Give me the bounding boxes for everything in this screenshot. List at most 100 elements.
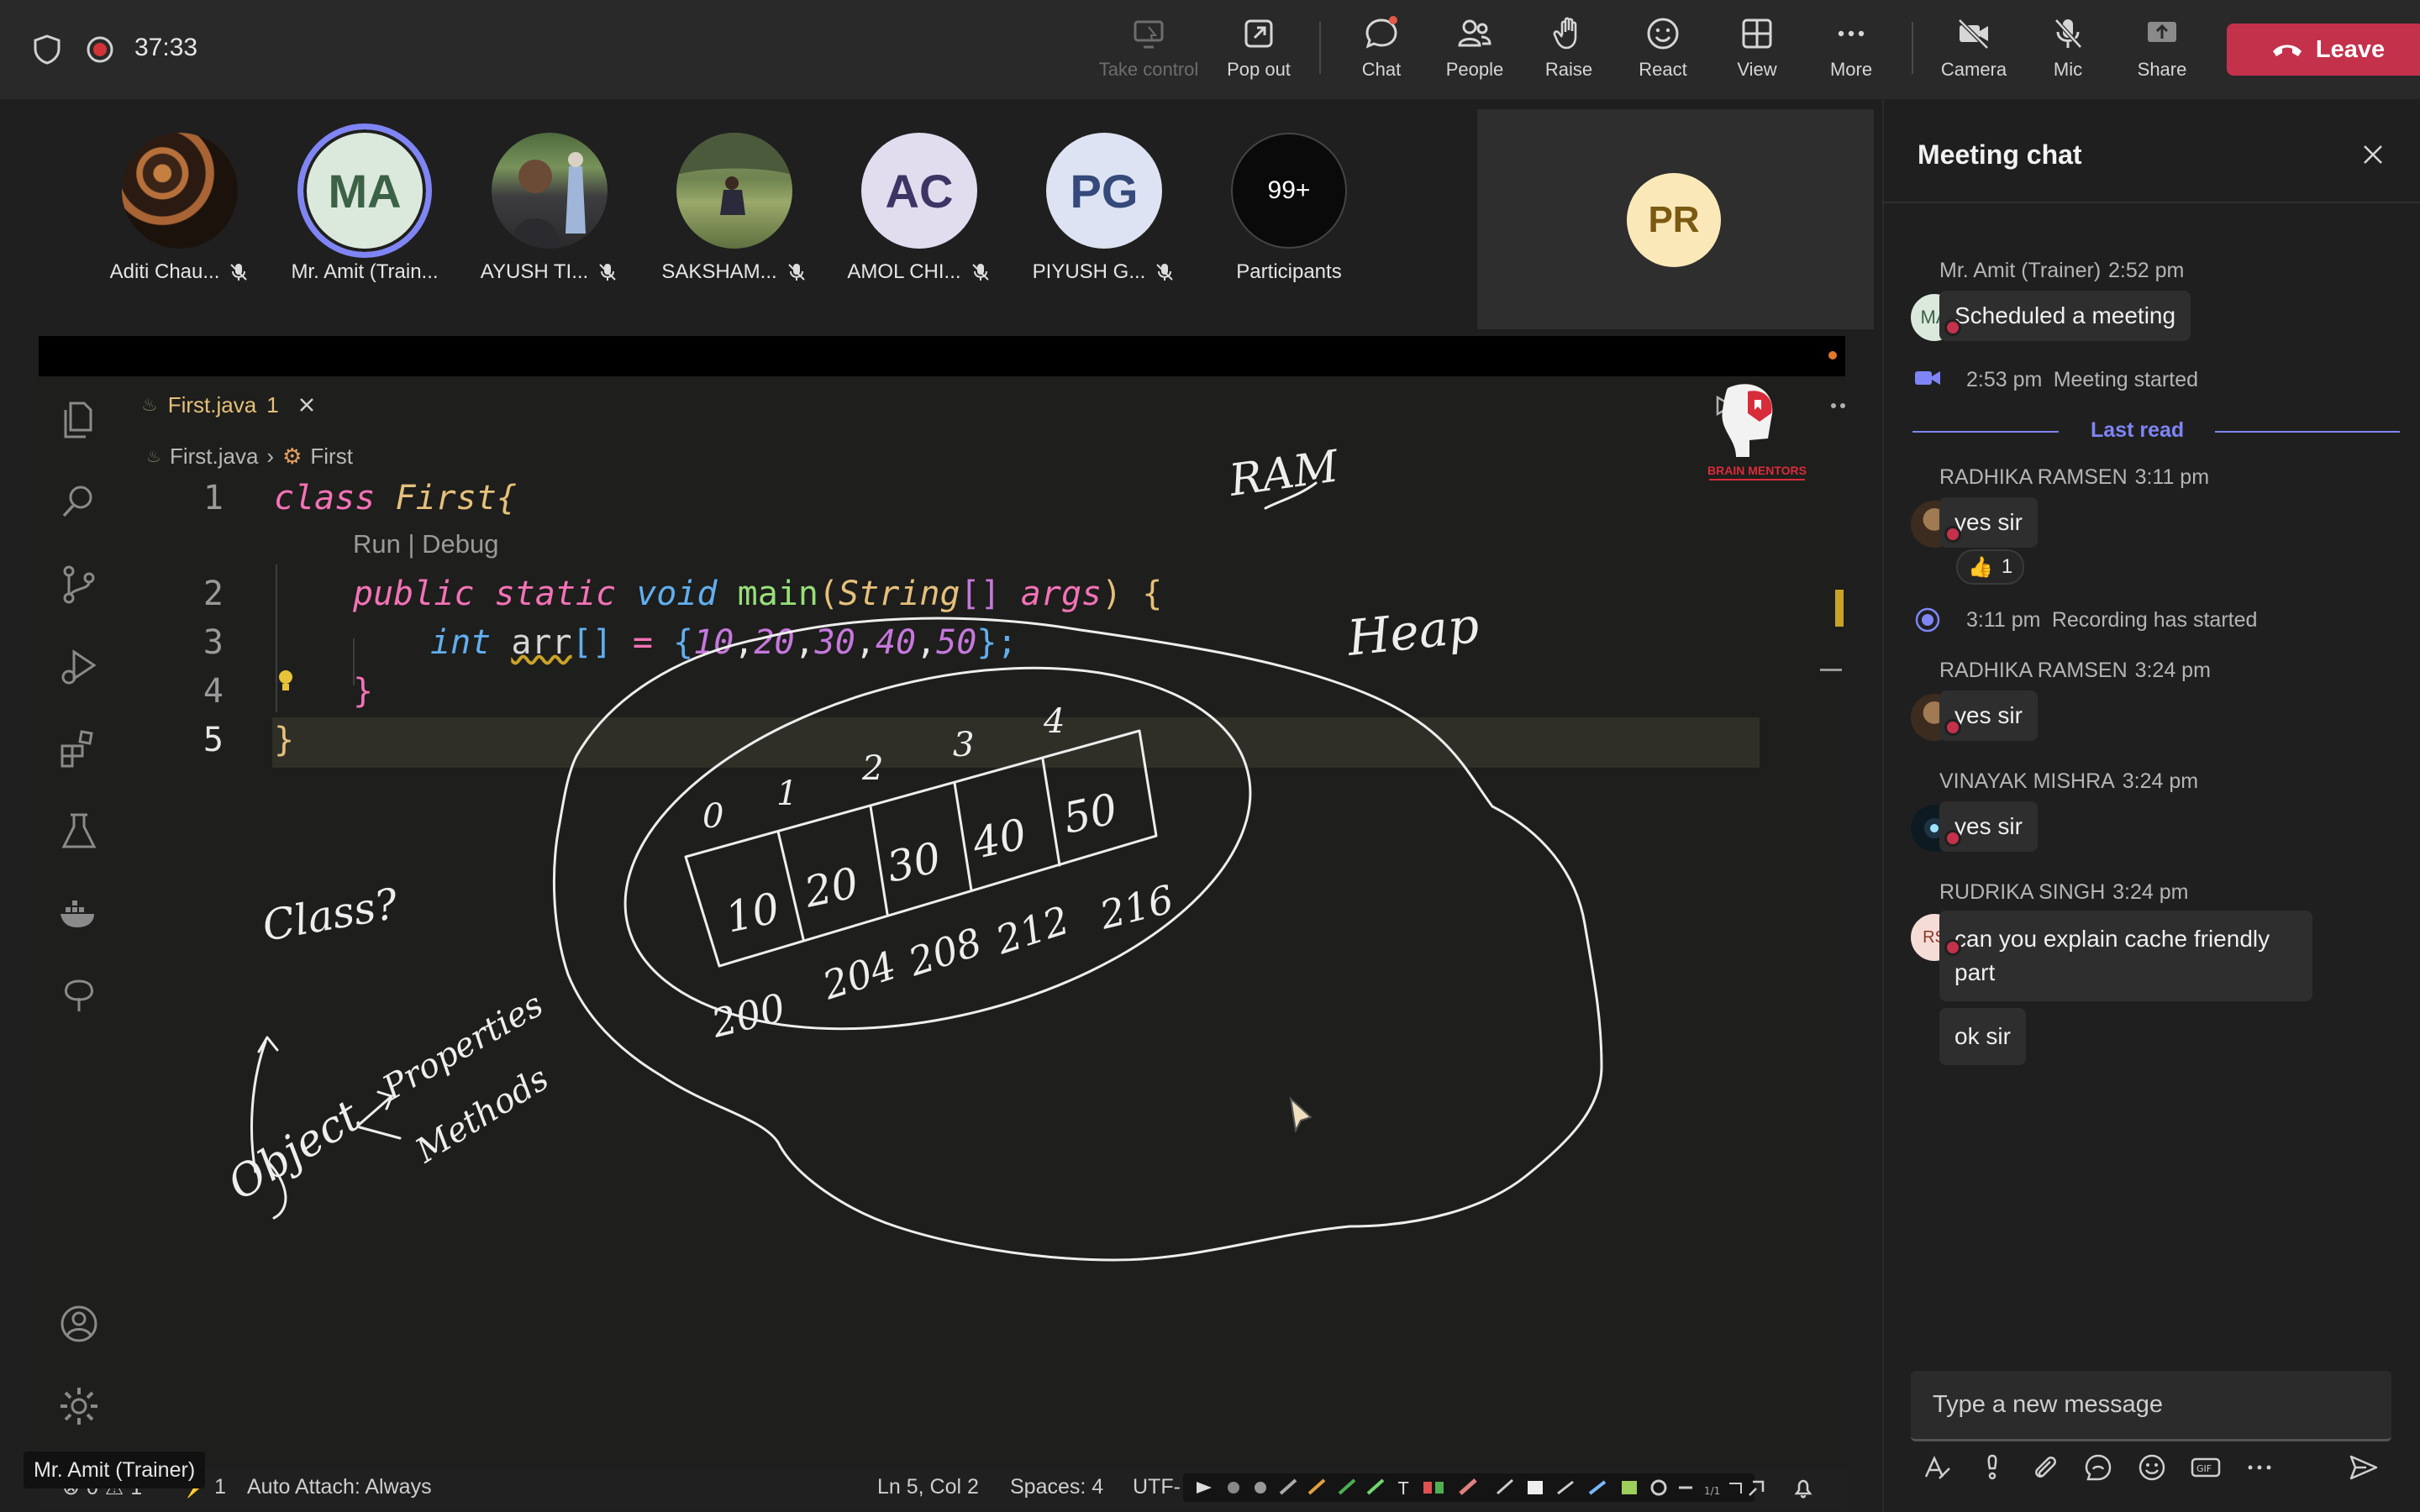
system-message: 2:53 pm Meeting started <box>1966 368 2199 391</box>
send-icon[interactable] <box>2348 1452 2380 1483</box>
live-share-icon[interactable] <box>1744 1477 1768 1500</box>
message-bubble[interactable]: can you explain cache friendly part <box>1939 911 2312 1001</box>
ink-address: 204 <box>817 942 902 1009</box>
camera-label: Camera <box>1940 59 2007 80</box>
emoji-icon[interactable] <box>2136 1452 2168 1483</box>
share-label: Share <box>2137 59 2187 80</box>
participant-name: AYUSH TI... <box>480 260 589 283</box>
chat-button[interactable]: Chat <box>1331 15 1432 91</box>
presenter-name-tag: Mr. Amit (Trainer) <box>24 1452 206 1488</box>
participant-name: Aditi Chau... <box>109 260 220 283</box>
recording-icon <box>87 36 113 63</box>
spotlight-tile[interactable]: PR <box>1477 109 1874 329</box>
ink-array-value: 40 <box>967 810 1030 869</box>
participants-overflow-button[interactable]: 99+ Participants <box>1205 133 1373 284</box>
more-label: More <box>1829 59 1873 80</box>
system-message: 3:11 pm Recording has started <box>1966 608 2258 632</box>
reaction-pill[interactable]: 👍 1 <box>1956 549 2025 585</box>
hang-up-icon <box>2272 45 2302 56</box>
people-button[interactable]: People <box>1424 15 1525 91</box>
avatar <box>492 133 608 249</box>
svg-text:GIF: GIF <box>2196 1463 2212 1474</box>
participant-tile[interactable]: PG PIYUSH G... <box>1020 133 1188 284</box>
indentation-status[interactable]: Spaces: 4 <box>1010 1475 1103 1499</box>
take-control-button[interactable]: Take control <box>1098 15 1199 91</box>
loop-icon[interactable] <box>2082 1452 2114 1483</box>
status-bar: ⊗0 ⚠1 ⚡1 Auto Attach: Always Ln 5, Col 2… <box>39 1468 1845 1508</box>
whiteboard-ink-layer: RAM Heap Class? Object Properties Method… <box>219 441 1603 1262</box>
ink-index: 2 <box>861 749 883 788</box>
shared-screen: ♨ First.java 1 BRAIN MENTORS ♨ First.jav… <box>39 336 1845 1508</box>
format-icon[interactable] <box>1921 1452 1953 1483</box>
meeting-toolbar: 37:33 Take control Pop out Chat People R… <box>0 0 2420 99</box>
important-icon[interactable] <box>1976 1452 2008 1483</box>
muted-mic-icon <box>971 264 989 281</box>
take-control-icon <box>1134 20 1164 49</box>
video-camera-icon <box>1915 371 1940 385</box>
ink-address: 212 <box>990 897 1075 963</box>
mic-button[interactable]: Mic <box>2018 15 2118 91</box>
avatar <box>122 133 238 249</box>
message-bubble[interactable]: Scheduled a meeting <box>1939 291 2191 341</box>
annotation-toolbar[interactable]: T 1/1 <box>1183 1473 1754 1502</box>
cursor-position[interactable]: Ln 5, Col 2 <box>877 1475 979 1499</box>
message-header: RADHIKA RAMSEN 3:24 pm <box>1939 659 2211 682</box>
avatar: PG <box>1046 133 1162 249</box>
ink-index: 4 <box>1043 702 1065 741</box>
ink-address: 200 <box>707 984 790 1047</box>
ink-address: 208 <box>902 919 987 985</box>
view-button[interactable]: View <box>1707 15 1807 91</box>
view-label: View <box>1737 59 1777 80</box>
more-dots-icon <box>1838 30 1865 37</box>
ink-index: 1 <box>776 774 797 813</box>
more-button[interactable]: More <box>1801 15 1902 91</box>
muted-mic-icon <box>1156 264 1174 281</box>
muted-mic-icon <box>787 264 805 281</box>
pop-out-button[interactable]: Pop out <box>1208 15 1309 91</box>
message-header: Mr. Amit (Trainer) 2:52 pm <box>1939 259 2185 282</box>
participants-label: Participants <box>1236 260 1342 283</box>
ink-class-label: Class? <box>259 879 402 950</box>
encoding-status[interactable]: UTF- <box>1133 1475 1181 1499</box>
gif-icon[interactable]: GIF <box>2190 1452 2222 1483</box>
muted-mic-icon <box>599 264 616 281</box>
participant-tile[interactable]: MA Mr. Amit (Train... <box>281 123 449 284</box>
svg-text:T: T <box>1397 1478 1409 1499</box>
avatar: AC <box>861 133 977 249</box>
participant-name: PIYUSH G... <box>1032 260 1146 283</box>
shield-icon <box>34 34 60 65</box>
leave-button[interactable]: Leave <box>2227 24 2420 76</box>
raise-hand-icon <box>1553 17 1577 50</box>
share-button[interactable]: Share <box>2112 15 2212 91</box>
bell-icon[interactable] <box>1791 1477 1815 1500</box>
avatar <box>676 133 792 249</box>
attach-icon[interactable] <box>2028 1452 2060 1483</box>
participant-tile[interactable]: AC AMOL CHI... <box>835 133 1003 284</box>
take-control-label: Take control <box>1098 59 1199 80</box>
camera-off-icon <box>1958 18 1989 50</box>
mic-off-icon <box>2054 18 2082 49</box>
participant-name: Mr. Amit (Train... <box>291 260 439 283</box>
muted-mic-icon <box>230 264 248 281</box>
ink-array-value: 10 <box>721 884 783 942</box>
message-compose-input[interactable]: Type a new message <box>1911 1371 2391 1441</box>
ink-ram-label: RAM <box>1225 441 1343 507</box>
message-bubble[interactable]: ok sir <box>1939 1008 2026 1065</box>
participant-tile[interactable]: SAKSHAM... <box>650 133 818 284</box>
raise-hand-button[interactable]: Raise <box>1518 15 1619 91</box>
ink-heap-label: Heap <box>1344 596 1481 667</box>
camera-button[interactable]: Camera <box>1923 15 2024 91</box>
ink-index: 0 <box>702 797 723 836</box>
svg-text:1/1: 1/1 <box>1704 1485 1720 1497</box>
recording-icon <box>1915 607 1940 633</box>
more-options-icon[interactable] <box>2244 1452 2275 1483</box>
leave-label: Leave <box>2315 35 2386 63</box>
participant-tile[interactable]: AYUSH TI... <box>466 133 634 284</box>
react-button[interactable]: React <box>1612 15 1713 91</box>
ink-array-value: 30 <box>882 833 944 892</box>
close-icon[interactable] <box>2361 143 2385 166</box>
grid-view-icon <box>1742 18 1772 49</box>
meeting-chat-panel: Meeting chat Mr. Amit (Trainer) 2:52 pm … <box>1882 99 2420 1512</box>
auto-attach-status[interactable]: Auto Attach: Always <box>247 1475 432 1499</box>
participant-tile[interactable]: Aditi Chau... <box>96 133 264 284</box>
